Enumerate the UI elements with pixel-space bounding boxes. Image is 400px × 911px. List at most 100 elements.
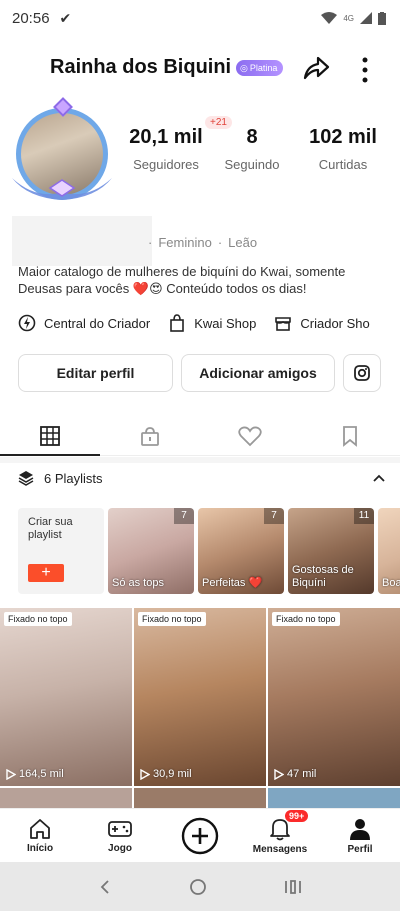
profile-tags: · Feminino · Leão bbox=[148, 235, 258, 250]
creator-center-link[interactable]: Central do Criador bbox=[18, 314, 150, 332]
profile-tabs bbox=[0, 416, 400, 456]
add-playlist-button[interactable]: + bbox=[28, 564, 64, 582]
kwai-shop-link[interactable]: Kwai Shop bbox=[168, 314, 256, 332]
home-icon bbox=[30, 818, 50, 839]
plus-circle-icon bbox=[181, 817, 219, 854]
nav-home-label: Início bbox=[26, 842, 54, 854]
status-time: 20:56 bbox=[12, 9, 50, 27]
share-icon[interactable] bbox=[301, 54, 331, 82]
video-thumbnail[interactable] bbox=[134, 788, 266, 808]
profile-stats: 20,1 mil Seguidores 8 Seguindo 102 mil C… bbox=[118, 126, 400, 172]
gamepad-icon bbox=[108, 820, 132, 837]
playlists-header[interactable]: 6 Playlists bbox=[18, 470, 386, 486]
playlist-count: 7 bbox=[264, 508, 284, 524]
profile-title: Rainha dos Biquini bbox=[50, 56, 232, 78]
section-divider bbox=[0, 457, 400, 463]
sign-tag: Leão bbox=[228, 235, 258, 250]
system-navigation-bar bbox=[0, 862, 400, 911]
nav-profile[interactable]: Perfil bbox=[320, 817, 400, 855]
nav-home[interactable]: Início bbox=[0, 818, 80, 854]
playlist-card[interactable]: 7 Só as tops bbox=[108, 508, 194, 594]
kwai-shop-label: Kwai Shop bbox=[194, 315, 257, 331]
playlist-card[interactable]: 11 Gostosas de Biquíni bbox=[288, 508, 374, 594]
likes-label: Curtidas bbox=[318, 157, 368, 172]
instagram-button[interactable] bbox=[343, 354, 381, 392]
back-icon[interactable] bbox=[98, 879, 112, 895]
battery-icon bbox=[378, 11, 386, 25]
instagram-icon bbox=[354, 365, 370, 381]
video-thumbnail[interactable] bbox=[0, 788, 132, 808]
create-playlist-card[interactable]: Criar sua playlist + bbox=[18, 508, 104, 594]
creator-links: Central do Criador Kwai Shop Criador Sho bbox=[18, 314, 370, 332]
following-count: 8 bbox=[246, 126, 258, 148]
view-count: 30,9 mil bbox=[140, 768, 192, 780]
pinned-label: Fixado no topo bbox=[272, 612, 340, 626]
bookmark-icon bbox=[343, 425, 357, 447]
lock-bag-icon bbox=[141, 426, 159, 446]
more-options-icon[interactable] bbox=[355, 52, 375, 84]
followers-stat[interactable]: 20,1 mil Seguidores bbox=[118, 126, 214, 172]
avatar[interactable] bbox=[10, 97, 114, 204]
gender-tag: Feminino bbox=[158, 235, 212, 250]
video-grid-next-row bbox=[0, 788, 400, 808]
shopping-bag-icon bbox=[170, 314, 185, 332]
nav-messages-label: Mensagens bbox=[252, 843, 308, 855]
pinned-label: Fixado no topo bbox=[138, 612, 206, 626]
profile-actions: Editar perfil Adicionar amigos bbox=[18, 354, 381, 392]
video-thumbnail[interactable]: Fixado no topo 164,5 mil bbox=[0, 608, 132, 786]
nav-create[interactable] bbox=[160, 817, 240, 855]
layers-icon bbox=[18, 471, 34, 486]
edit-profile-button[interactable]: Editar perfil bbox=[18, 354, 173, 392]
creator-shop-label: Criador Sho bbox=[300, 315, 370, 331]
signal-icon bbox=[360, 12, 372, 24]
playlist-name: Só as tops bbox=[112, 577, 164, 589]
bolt-icon bbox=[18, 314, 36, 332]
tab-liked[interactable] bbox=[200, 416, 300, 455]
playlist-card[interactable]: Boa tar bbox=[378, 508, 400, 594]
person-icon bbox=[350, 818, 370, 840]
followers-count: 20,1 mil bbox=[129, 126, 203, 148]
status-icons: 4G bbox=[321, 11, 386, 25]
tab-posts[interactable] bbox=[0, 416, 100, 456]
followers-label: Seguidores bbox=[133, 157, 199, 172]
avatar-frame-wings bbox=[12, 178, 112, 200]
playlist-name: Gostosas de Biquíni bbox=[292, 564, 354, 589]
wifi-icon bbox=[321, 12, 338, 24]
play-icon bbox=[274, 768, 284, 780]
bottom-navigation: Início Jogo 99+ Mensagens Perfil bbox=[0, 808, 400, 862]
redacted-info-box bbox=[12, 216, 152, 266]
video-thumbnail[interactable]: Fixado no topo 47 mil bbox=[268, 608, 400, 786]
pinned-label: Fixado no topo bbox=[4, 612, 72, 626]
messages-badge: 99+ bbox=[284, 808, 310, 823]
status-bar: 20:56 ✔ 4G bbox=[0, 0, 400, 36]
playlist-name: Boa tar bbox=[382, 577, 400, 589]
heart-icon bbox=[238, 426, 262, 446]
nav-messages[interactable]: 99+ Mensagens bbox=[240, 808, 320, 855]
profile-bio: Maior catalogo de mulheres de biquíni do… bbox=[18, 264, 346, 296]
creator-center-label: Central do Criador bbox=[44, 315, 151, 331]
add-friends-button[interactable]: Adicionar amigos bbox=[181, 354, 335, 392]
chevron-up-icon[interactable] bbox=[372, 473, 386, 483]
view-count: 164,5 mil bbox=[6, 768, 64, 780]
platina-badge[interactable]: ◎ Platina bbox=[236, 60, 284, 76]
tab-private[interactable] bbox=[100, 416, 200, 455]
new-followers-badge: +21 bbox=[205, 116, 232, 129]
play-icon bbox=[6, 768, 16, 780]
following-stat[interactable]: 8 Seguindo bbox=[214, 126, 290, 172]
platina-icon: ◎ bbox=[240, 62, 248, 73]
home-circle-icon[interactable] bbox=[189, 878, 207, 896]
store-icon bbox=[275, 317, 292, 331]
video-thumbnail[interactable] bbox=[268, 788, 400, 808]
creator-shop-link[interactable]: Criador Sho bbox=[274, 314, 370, 332]
likes-stat[interactable]: 102 mil Curtidas bbox=[290, 126, 396, 172]
playlist-card[interactable]: 7 Perfeitas ❤️ bbox=[198, 508, 284, 594]
playlists-count-label: 6 Playlists bbox=[44, 470, 103, 486]
video-thumbnail[interactable]: Fixado no topo 30,9 mil bbox=[134, 608, 266, 786]
likes-count: 102 mil bbox=[309, 126, 377, 148]
network-type: 4G bbox=[343, 13, 354, 23]
following-label: Seguindo bbox=[224, 157, 280, 172]
recents-icon[interactable] bbox=[284, 879, 302, 895]
nav-game-label: Jogo bbox=[108, 842, 132, 854]
tab-saved[interactable] bbox=[300, 416, 400, 455]
nav-game[interactable]: Jogo bbox=[80, 818, 160, 854]
